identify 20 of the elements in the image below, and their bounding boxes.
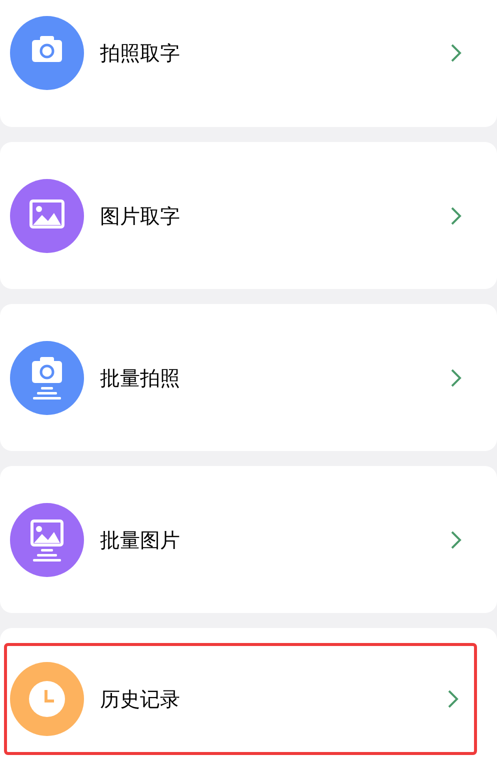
menu-item[interactable]: 历史记录 <box>4 643 477 755</box>
chevron-right-icon <box>450 530 462 550</box>
menu-item[interactable]: 拍照取字 <box>4 0 477 106</box>
image-stack-icon <box>30 519 64 561</box>
menu-label: 拍照取字 <box>100 40 181 67</box>
menu-item[interactable]: 批量图片 <box>4 484 477 596</box>
camera-icon <box>32 36 62 62</box>
menu-label: 批量图片 <box>100 526 181 554</box>
chevron-right-icon <box>447 689 459 709</box>
menu-label: 批量拍照 <box>100 364 181 392</box>
menu-label: 历史记录 <box>100 686 181 713</box>
camera-stack-icon <box>32 356 62 399</box>
chevron-right-icon <box>450 368 462 388</box>
menu-item[interactable]: 图片取字 <box>4 160 477 272</box>
chevron-right-icon <box>450 206 462 226</box>
menu-item[interactable]: 批量拍照 <box>4 322 477 434</box>
chevron-right-icon <box>450 43 462 63</box>
menu-label: 图片取字 <box>100 202 181 230</box>
image-icon <box>30 199 64 228</box>
clock-icon <box>29 681 65 717</box>
